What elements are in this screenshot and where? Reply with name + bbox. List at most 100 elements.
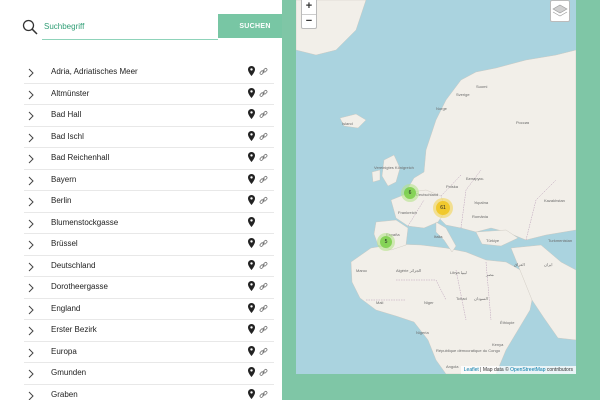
link-icon[interactable]: [259, 175, 268, 184]
list-item[interactable]: Adria, Adriatisches Meer: [24, 62, 274, 84]
map-pin-icon[interactable]: [248, 195, 255, 205]
zoom-in-button[interactable]: +: [302, 0, 316, 14]
list-item-label[interactable]: Deutschland: [51, 261, 95, 270]
list-item[interactable]: Bad Reichenhall: [24, 148, 274, 170]
list-item-label[interactable]: Dorotheergasse: [51, 282, 108, 291]
list-item-label[interactable]: Bayern: [51, 175, 76, 184]
map-label: Turkmenistan: [548, 238, 573, 243]
list-item-label[interactable]: Bad Reichenhall: [51, 153, 109, 162]
map-pin-icon[interactable]: [248, 345, 255, 356]
list-item-label[interactable]: Gmunden: [51, 368, 86, 377]
list-item[interactable]: Deutschland: [24, 256, 274, 277]
list-item-label[interactable]: England: [51, 304, 80, 313]
map-label: Україна: [474, 200, 489, 205]
link-icon[interactable]: [259, 132, 268, 141]
marker-cluster[interactable]: 61: [433, 198, 453, 218]
map-pin-icon[interactable]: [248, 130, 255, 141]
link-icon[interactable]: [259, 196, 268, 205]
map-pin-icon[interactable]: [248, 367, 255, 377]
map-pin-icon[interactable]: [248, 152, 255, 162]
layers-button[interactable]: [550, 0, 570, 22]
osm-link[interactable]: OpenStreetMap: [510, 367, 545, 373]
chevron-right-icon[interactable]: [27, 154, 35, 164]
chevron-right-icon[interactable]: [27, 326, 35, 336]
chevron-right-icon[interactable]: [27, 283, 35, 293]
list-item[interactable]: Bayern: [24, 170, 274, 191]
map-pin-icon[interactable]: [248, 87, 255, 98]
map[interactable]: Island Vereinigtes Königreich Deutschland F…: [296, 0, 576, 374]
link-icon[interactable]: [259, 304, 268, 313]
list-item[interactable]: Bad Hall: [24, 105, 274, 127]
list-item-label[interactable]: Erster Bezirk: [51, 325, 97, 334]
chevron-right-icon[interactable]: [27, 391, 35, 400]
list-item-label[interactable]: Berlin: [51, 196, 71, 205]
zoom-out-button[interactable]: −: [302, 14, 316, 28]
map-label: Island: [342, 121, 353, 126]
link-icon[interactable]: [259, 368, 268, 377]
link-icon[interactable]: [259, 239, 268, 248]
leaflet-link[interactable]: Leaflet: [464, 367, 479, 373]
link-icon[interactable]: [259, 110, 268, 119]
list-item-label[interactable]: Europa: [51, 347, 77, 356]
search-button[interactable]: SUCHEN: [218, 14, 292, 38]
link-icon[interactable]: [259, 67, 268, 76]
chevron-right-icon[interactable]: [27, 133, 35, 143]
cluster-count: 6: [404, 187, 416, 199]
list-item-label[interactable]: Altmünster: [51, 89, 89, 98]
map-pin-icon[interactable]: [248, 173, 255, 184]
map-pin-icon[interactable]: [248, 324, 255, 334]
chevron-right-icon[interactable]: [27, 111, 35, 121]
map-pin-icon[interactable]: [248, 388, 255, 399]
link-icon[interactable]: [259, 153, 268, 162]
chevron-right-icon[interactable]: [27, 240, 35, 250]
list-item[interactable]: Europa: [24, 342, 274, 363]
map-pin-icon[interactable]: [248, 238, 255, 248]
list-item[interactable]: Bad Ischl: [24, 127, 274, 148]
layers-icon: [552, 4, 568, 17]
link-icon[interactable]: [259, 282, 268, 291]
map-label: مصر: [486, 272, 494, 277]
chevron-right-icon[interactable]: [27, 219, 35, 229]
list-item[interactable]: England: [24, 299, 274, 320]
chevron-right-icon[interactable]: [27, 176, 35, 186]
map-pin-icon[interactable]: [248, 109, 255, 119]
list-item-label[interactable]: Bad Ischl: [51, 132, 84, 141]
list-item-label[interactable]: Bad Hall: [51, 110, 81, 119]
map-pin-icon[interactable]: [248, 66, 255, 76]
link-icon[interactable]: [259, 89, 268, 98]
list-item[interactable]: Blumenstockgasse: [24, 213, 274, 234]
list-item-label[interactable]: Brüssel: [51, 239, 78, 248]
chevron-right-icon[interactable]: [27, 262, 35, 272]
chevron-right-icon[interactable]: [27, 369, 35, 379]
link-icon[interactable]: [259, 325, 268, 334]
list-item[interactable]: Gmunden: [24, 363, 274, 385]
chevron-right-icon[interactable]: [27, 305, 35, 315]
marker-cluster[interactable]: 6: [401, 184, 419, 202]
map-pin-icon[interactable]: [248, 302, 255, 313]
list-item-label[interactable]: Graben: [51, 390, 78, 399]
link-icon[interactable]: [259, 390, 268, 399]
map-pin-icon[interactable]: [248, 216, 255, 227]
zoom-control: + −: [301, 0, 317, 29]
list-item-label[interactable]: Blumenstockgasse: [51, 218, 118, 227]
map-label: Suomi: [476, 84, 488, 89]
map-pin-icon[interactable]: [248, 281, 255, 291]
chevron-right-icon[interactable]: [27, 197, 35, 207]
list-item[interactable]: Dorotheergasse: [24, 277, 274, 299]
list-item[interactable]: Berlin: [24, 191, 274, 213]
map-label: Nigeria: [416, 330, 429, 335]
link-icon[interactable]: [259, 347, 268, 356]
map-label: Kenya: [492, 342, 504, 347]
list-item[interactable]: Erster Bezirk: [24, 320, 274, 342]
list-item-label[interactable]: Adria, Adriatisches Meer: [51, 67, 138, 76]
chevron-right-icon[interactable]: [27, 90, 35, 100]
list-item[interactable]: Altmünster: [24, 84, 274, 105]
link-icon[interactable]: [259, 261, 268, 270]
search-input[interactable]: [42, 14, 218, 40]
marker-cluster[interactable]: 5: [377, 233, 395, 251]
chevron-right-icon[interactable]: [27, 68, 35, 78]
map-pin-icon[interactable]: [248, 259, 255, 270]
chevron-right-icon[interactable]: [27, 348, 35, 358]
list-item[interactable]: Brüssel: [24, 234, 274, 256]
list-item[interactable]: Graben: [24, 385, 274, 400]
